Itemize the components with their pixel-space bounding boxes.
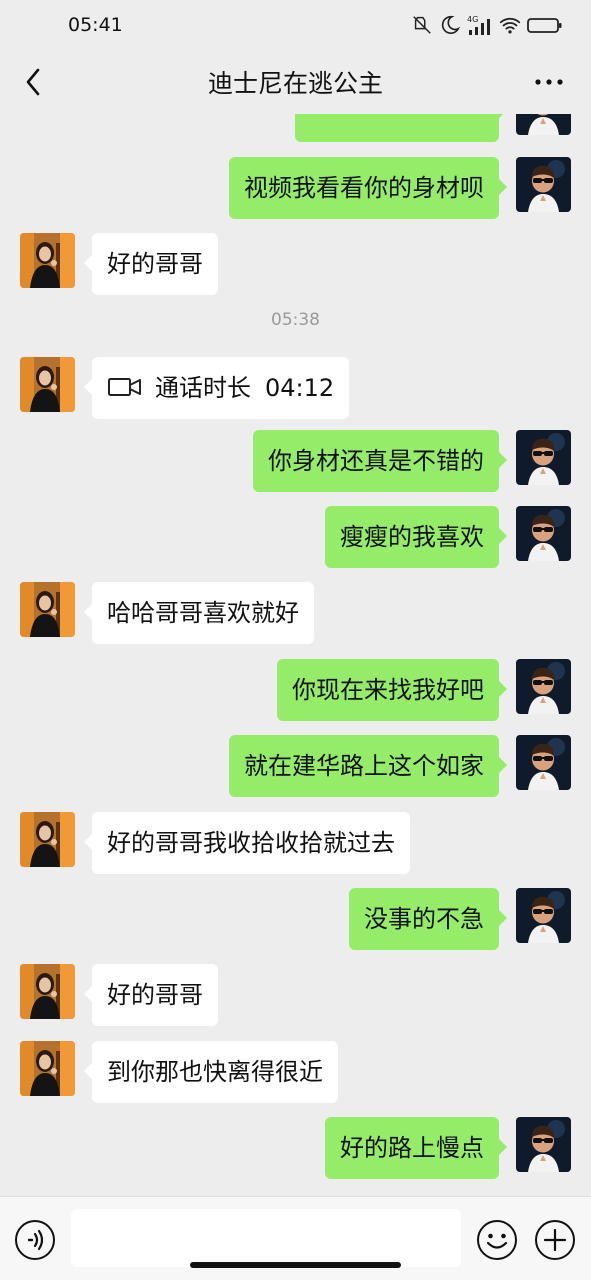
avatar-contact[interactable]	[20, 233, 75, 288]
chat-title: 迪士尼在逃公主	[207, 69, 383, 98]
avatar-contact[interactable]	[20, 812, 75, 867]
status-icons: 4G	[411, 14, 563, 36]
message-bubble-self[interactable]: 没事的不急	[349, 888, 507, 950]
nav-bar: 迪士尼在逃公主	[0, 50, 591, 114]
more-options-button[interactable]	[529, 62, 569, 102]
chat-area[interactable]: 视频我看看你的身材呗 好的哥哥 05:38 通话时长 04:12 你身材还真是不错…	[0, 0, 591, 1280]
message-bubble-self[interactable]: 瘦瘦的我喜欢	[325, 506, 507, 568]
message-bubble-self[interactable]: 你身材还真是不错的	[253, 430, 507, 492]
message-bubble-self[interactable]: 你现在来找我好吧	[277, 659, 507, 721]
avatar-self[interactable]	[516, 659, 571, 714]
avatar-self[interactable]	[516, 888, 571, 943]
message-bubble-contact[interactable]: 哈哈哥哥喜欢就好	[84, 582, 314, 644]
battery-icon	[527, 18, 562, 33]
video-call-icon	[108, 378, 141, 396]
wifi-icon	[499, 17, 521, 34]
message-bubble-contact[interactable]: 好的哥哥我收拾收拾就过去	[84, 812, 410, 874]
voice-icon[interactable]	[14, 1219, 56, 1261]
status-bar: 05:41 4G	[0, 0, 591, 50]
message-bubble-self[interactable]: 好的路上慢点	[325, 1117, 507, 1179]
message-bubble-contact[interactable]: 好的哥哥	[84, 233, 218, 295]
mute-icon	[413, 16, 431, 34]
avatar-contact[interactable]	[20, 964, 75, 1019]
plus-icon[interactable]	[534, 1219, 576, 1261]
avatar-self[interactable]	[516, 1117, 571, 1172]
avatar-contact[interactable]	[20, 582, 75, 637]
avatar-self[interactable]	[516, 735, 571, 790]
message-input[interactable]	[71, 1209, 461, 1267]
message-bubble-self[interactable]: 就在建华路上这个如家	[229, 735, 507, 797]
avatar-self[interactable]	[516, 430, 571, 485]
message-bubble-contact[interactable]: 好的哥哥	[84, 964, 218, 1026]
message-timestamp: 05:38	[271, 310, 320, 330]
avatar-contact[interactable]	[20, 357, 75, 412]
message-bubble-contact[interactable]: 到你那也快离得很近	[84, 1041, 338, 1103]
message-bubble-self[interactable]: 视频我看看你的身材呗	[229, 157, 507, 219]
call-duration-label: 通话时长	[155, 374, 251, 402]
call-duration-value: 04:12	[265, 374, 335, 402]
home-indicator[interactable]	[190, 1262, 401, 1268]
video-call-bubble[interactable]: 通话时长 04:12	[83, 357, 350, 419]
avatar-self[interactable]	[516, 157, 571, 212]
avatar-contact[interactable]	[20, 1041, 75, 1096]
moon-icon	[441, 15, 461, 35]
avatar-self[interactable]	[516, 506, 571, 561]
emoji-icon[interactable]	[476, 1219, 518, 1261]
signal-label: 4G	[467, 15, 478, 24]
status-time: 05:41	[68, 14, 123, 36]
signal-4g-icon: 4G	[467, 15, 490, 35]
